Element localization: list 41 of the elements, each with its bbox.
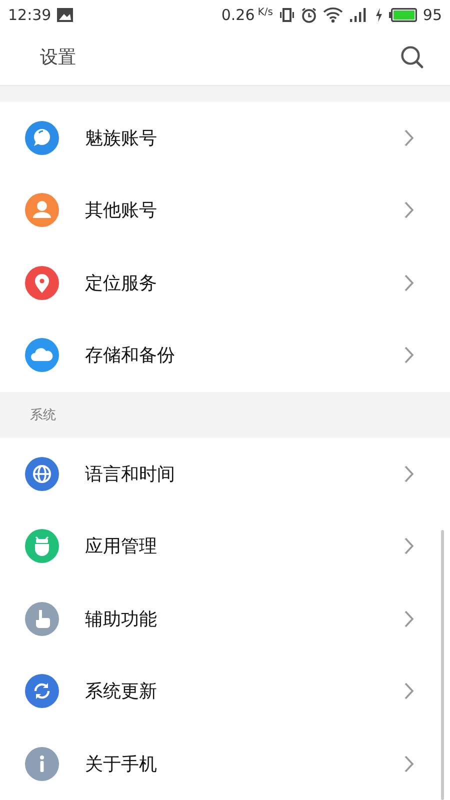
battery-percentage: 95	[422, 6, 442, 24]
charging-icon	[374, 8, 383, 22]
settings-item[interactable]: 存储和备份	[0, 319, 450, 392]
wifi-icon	[322, 6, 343, 23]
speed-unit: K/s	[258, 7, 273, 18]
chevron-right-icon	[404, 754, 414, 773]
search-icon	[400, 45, 424, 70]
settings-item[interactable]: 其他账号	[0, 174, 450, 246]
vibrate-icon	[278, 8, 295, 22]
chevron-right-icon	[404, 464, 414, 483]
settings-item[interactable]: 辅助功能	[0, 582, 450, 655]
settings-item[interactable]: 语言和时间	[0, 438, 450, 510]
item-label: 系统更新	[85, 680, 158, 704]
settings-item[interactable]: 定位服务	[0, 246, 450, 319]
chevron-right-icon	[404, 128, 414, 147]
item-label: 应用管理	[85, 535, 158, 558]
item-label: 定位服务	[85, 272, 158, 295]
item-label: 其他账号	[85, 199, 158, 222]
section-header: 系统	[30, 406, 56, 424]
chevron-right-icon	[404, 201, 414, 220]
page-title: 设置	[40, 46, 76, 70]
settings-item[interactable]: 应用管理	[0, 510, 450, 582]
chevron-right-icon	[404, 274, 414, 292]
item-label: 存储和备份	[85, 344, 176, 368]
item-label: 关于手机	[85, 752, 158, 776]
item-label: 语言和时间	[85, 462, 176, 486]
network-speed: 0.26	[221, 6, 255, 24]
search-button[interactable]	[400, 45, 424, 70]
chevron-right-icon	[404, 537, 414, 556]
item-label: 辅助功能	[85, 608, 158, 631]
item-label: 魅族账号	[85, 126, 158, 150]
settings-item[interactable]: 系统更新	[0, 655, 450, 728]
battery-icon	[388, 8, 417, 22]
status-time: 12:39	[8, 6, 52, 24]
settings-item[interactable]: 关于手机	[0, 728, 450, 800]
settings-item[interactable]: 魅族账号	[0, 102, 450, 174]
alarm-icon	[300, 6, 317, 23]
chevron-right-icon	[404, 682, 414, 700]
chevron-right-icon	[404, 610, 414, 628]
image-notification-icon	[57, 8, 74, 22]
chevron-right-icon	[404, 346, 414, 364]
